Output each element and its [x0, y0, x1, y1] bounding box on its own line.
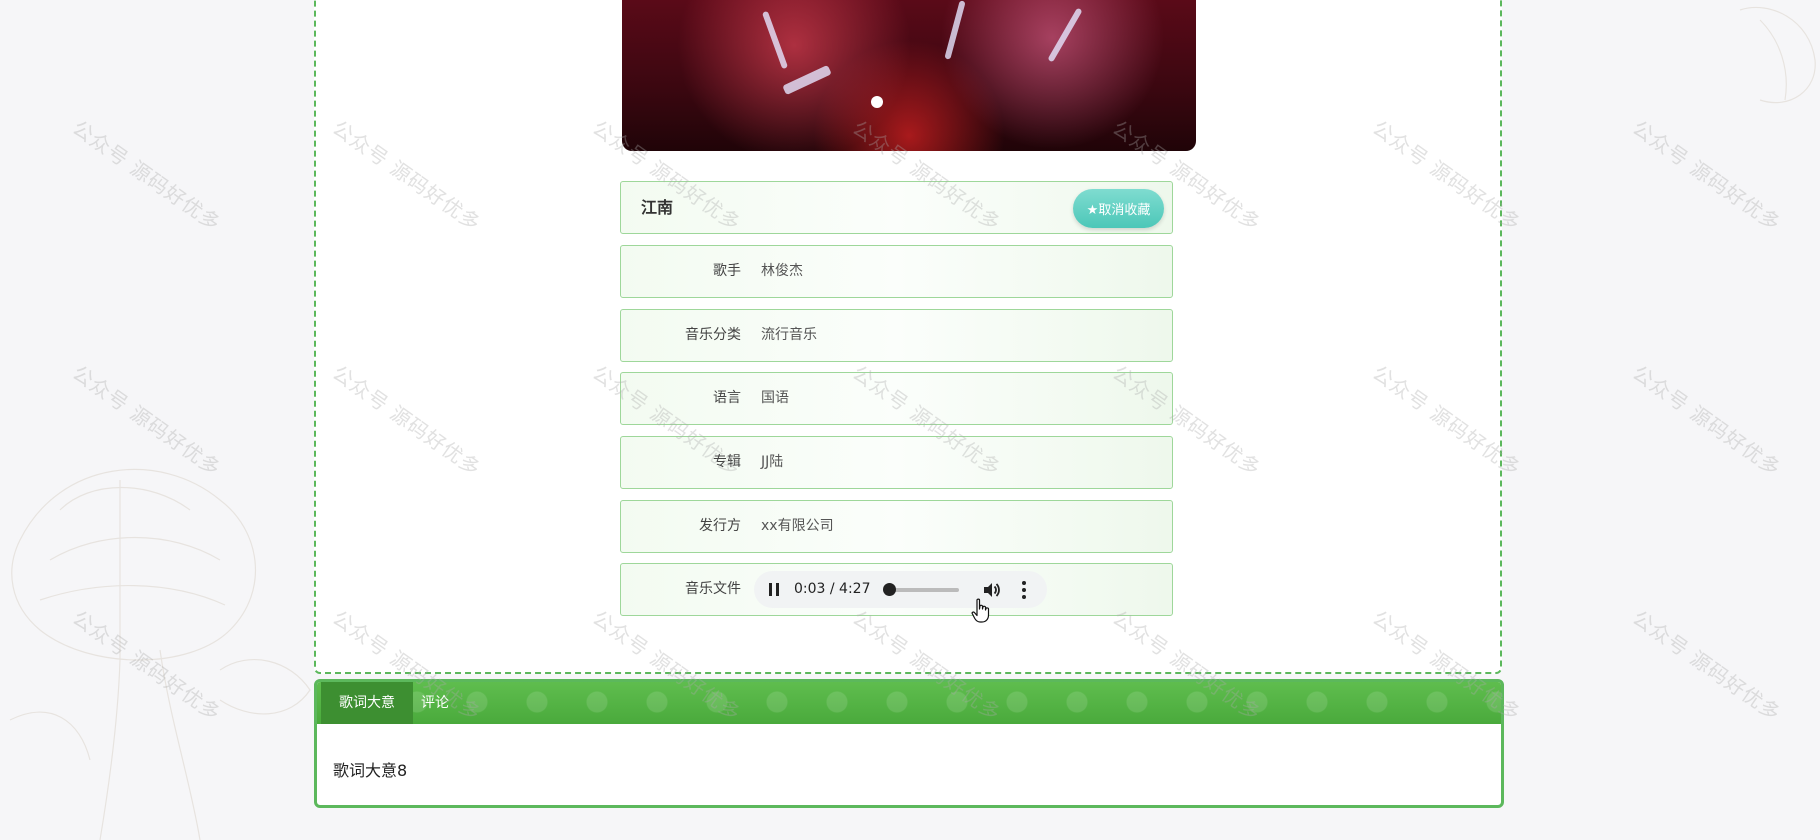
publisher-label: 发行方 [699, 518, 741, 534]
category-value: 流行音乐 [761, 327, 817, 343]
song-title-row: 江南 ★取消收藏 [620, 181, 1173, 234]
lyrics-comments-panel: 歌词大意 评论 歌词大意8 [314, 679, 1504, 808]
watermark-text: 公众号 源码好优多 [1628, 115, 1786, 236]
pause-icon[interactable] [769, 583, 779, 596]
language-row: 语言 国语 [620, 372, 1173, 425]
lotus-background-illustration [9, 468, 311, 840]
lotus-corner-illustration [1739, 6, 1816, 104]
audio-progress-handle[interactable] [882, 583, 896, 596]
audio-player[interactable]: 0:03 / 4:27 [754, 571, 1047, 608]
glowstick-decoration [782, 64, 832, 96]
category-label: 音乐分类 [685, 327, 741, 343]
language-value: 国语 [761, 390, 789, 406]
tab-comments[interactable]: 评论 [409, 682, 461, 724]
singer-value: 林俊杰 [761, 263, 803, 279]
watermark-text: 公众号 源码好优多 [1628, 605, 1786, 726]
publisher-row: 发行方 xx有限公司 [620, 500, 1173, 553]
tab-lyrics-meaning[interactable]: 歌词大意 [321, 682, 413, 724]
album-label: 专辑 [713, 454, 741, 470]
album-value: JJ陆 [761, 454, 784, 470]
volume-icon[interactable] [982, 581, 1000, 599]
audio-time: 0:03 / 4:27 [794, 581, 871, 597]
publisher-value: xx有限公司 [761, 518, 834, 534]
cover-image-carousel[interactable] [622, 0, 1196, 151]
language-label: 语言 [713, 390, 741, 406]
music-file-row: 音乐文件 0:03 / 4:27 [620, 563, 1173, 616]
tab-bar: 歌词大意 评论 [317, 682, 1501, 724]
category-row: 音乐分类 流行音乐 [620, 309, 1173, 362]
unfavorite-button[interactable]: ★取消收藏 [1073, 189, 1164, 228]
carousel-indicator-dot[interactable] [871, 96, 883, 108]
glowstick-decoration [761, 10, 789, 70]
glowstick-decoration [1047, 7, 1083, 63]
audio-progress-slider[interactable] [882, 583, 959, 596]
watermark-text: 公众号 源码好优多 [1628, 360, 1786, 481]
watermark-text: 公众号 源码好优多 [68, 115, 226, 236]
more-options-icon[interactable] [1022, 581, 1026, 599]
hand-cursor-icon [971, 598, 990, 623]
singer-row: 歌手 林俊杰 [620, 245, 1173, 298]
song-title: 江南 [641, 198, 674, 217]
glowstick-decoration [944, 0, 966, 60]
album-row: 专辑 JJ陆 [620, 436, 1173, 489]
music-file-label: 音乐文件 [685, 581, 741, 597]
singer-label: 歌手 [713, 263, 741, 279]
lyrics-meaning-content: 歌词大意8 [333, 761, 408, 780]
